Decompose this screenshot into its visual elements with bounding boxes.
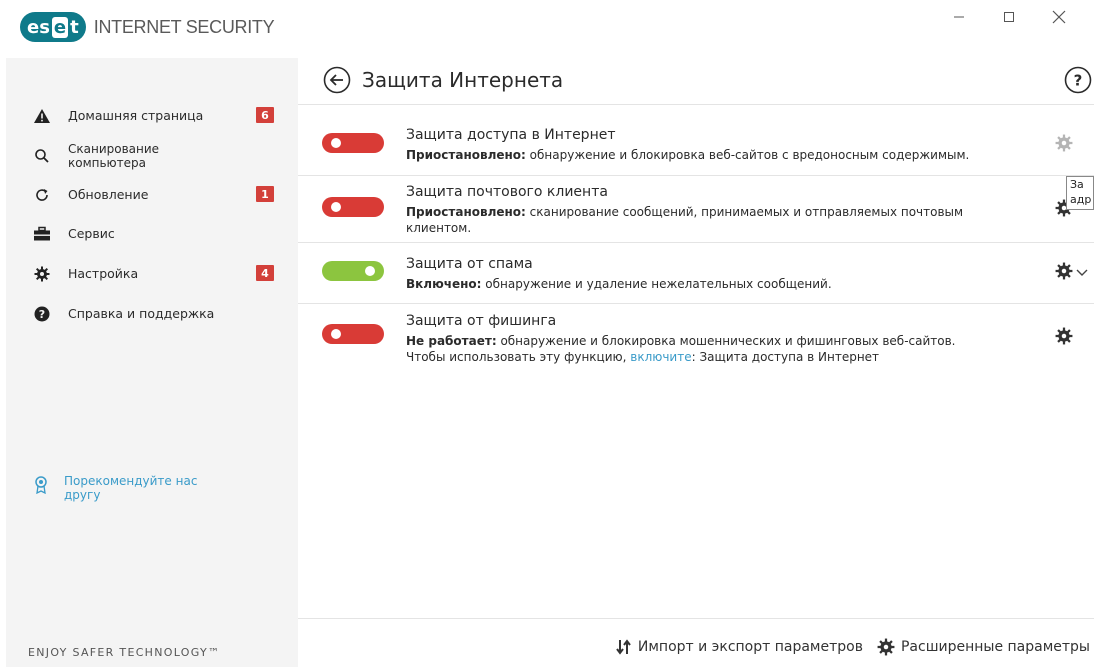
gear-icon[interactable] <box>1054 261 1074 281</box>
advanced-settings-label: Расширенные параметры <box>900 639 1090 655</box>
mail-client-toggle[interactable] <box>322 197 384 217</box>
feature-hint-prefix: Чтобы использовать эту функцию, <box>406 350 631 364</box>
feature-row-antiphishing: Защита от фишинга Не работает: обнаружен… <box>298 304 1094 384</box>
feature-row-mail-client: Защита почтового клиента Приостановлено:… <box>298 176 1094 243</box>
sidebar: Домашняя страница 6 Сканирование компьют… <box>6 58 298 667</box>
feature-text: Защита от спама Включено: обнаружение и … <box>406 256 1026 292</box>
tooltip: За адр <box>1066 176 1094 210</box>
feature-title: Защита от спама <box>406 256 533 272</box>
logo-seg-3: t <box>70 16 79 38</box>
gear-icon <box>877 638 895 656</box>
sidebar-item-label: Справка и поддержка <box>68 306 215 321</box>
sidebar-item-label: Настройка <box>68 266 139 281</box>
sidebar-item-settings[interactable]: Настройка 4 <box>6 264 298 284</box>
feature-title: Защита от фишинга <box>406 313 557 329</box>
logo-seg-2: e <box>51 16 69 38</box>
eset-logo: es e t INTERNET SECURITY <box>20 12 275 42</box>
question-circle-icon: ? <box>1064 66 1092 94</box>
gear-icon[interactable] <box>1054 133 1074 153</box>
sidebar-item-label: Домашняя страница <box>68 108 204 123</box>
feature-text: Защита от фишинга Не работает: обнаружен… <box>406 313 1026 365</box>
notification-badge: 6 <box>256 107 274 123</box>
page-header: Защита Интернета <box>322 64 563 96</box>
sidebar-item-label: Сервис <box>68 226 115 241</box>
refresh-icon <box>32 185 52 205</box>
svg-text:?: ? <box>39 308 45 321</box>
svg-text:?: ? <box>1074 72 1083 90</box>
maximize-icon <box>1004 12 1014 22</box>
feature-desc-text: обнаружение и блокировка мошеннических и… <box>496 334 956 348</box>
feature-status: Включено: <box>406 277 482 291</box>
import-export-button[interactable]: Импорт и экспорт параметров <box>616 639 863 655</box>
advanced-settings-button[interactable]: Расширенные параметры <box>877 638 1090 656</box>
sidebar-item-scan[interactable]: Сканирование компьютера <box>6 140 298 172</box>
feature-hint-suffix: : Защита доступа в Интернет <box>691 350 880 364</box>
feature-status: Приостановлено: <box>406 148 526 162</box>
logo-seg-1: es <box>27 16 50 38</box>
feature-title: Защита почтового клиента <box>406 184 608 200</box>
chevron-down-icon[interactable] <box>1076 263 1090 277</box>
import-export-icon <box>616 639 631 655</box>
enable-link[interactable]: включите <box>630 350 691 364</box>
tooltip-line: адр <box>1070 193 1092 206</box>
feature-status: Приостановлено: <box>406 205 526 219</box>
sidebar-item-help[interactable]: ? Справка и поддержка <box>6 304 298 324</box>
minimize-icon <box>954 16 964 18</box>
search-icon <box>32 146 52 166</box>
feature-row-web-access: Защита доступа в Интернет Приостановлено… <box>298 105 1094 176</box>
feature-title: Защита доступа в Интернет <box>406 127 616 143</box>
window-controls <box>934 2 1084 32</box>
sidebar-item-update[interactable]: Обновление 1 <box>6 185 298 205</box>
toolbox-icon <box>32 224 52 244</box>
sidebar-item-label: Обновление <box>68 187 149 202</box>
feature-description: Приостановлено: обнаружение и блокировка… <box>406 147 1026 163</box>
maximize-button[interactable] <box>984 2 1034 32</box>
antispam-toggle[interactable] <box>322 261 384 281</box>
feature-description: Не работает: обнаружение и блокировка мо… <box>406 333 1026 365</box>
close-icon <box>1052 10 1066 24</box>
antiphishing-toggle[interactable] <box>322 324 384 344</box>
feature-row-antispam: Защита от спама Включено: обнаружение и … <box>298 243 1094 304</box>
back-arrow-icon <box>323 66 351 94</box>
help-button[interactable]: ? <box>1062 64 1094 96</box>
sidebar-item-home[interactable]: Домашняя страница 6 <box>6 106 298 126</box>
logo-badge: es e t <box>20 12 86 42</box>
title-bar: es e t INTERNET SECURITY <box>6 0 1094 58</box>
sidebar-item-service[interactable]: Сервис <box>6 224 298 244</box>
minimize-button[interactable] <box>934 2 984 32</box>
notification-badge: 1 <box>256 186 274 202</box>
tooltip-line: За <box>1070 178 1084 191</box>
back-button[interactable] <box>322 65 352 95</box>
notification-badge: 4 <box>256 265 274 281</box>
feature-desc-text: обнаружение и блокировка веб-сайтов с вр… <box>525 148 970 162</box>
help-icon: ? <box>32 304 52 324</box>
feature-description: Приостановлено: сканирование сообщений, … <box>406 204 1026 236</box>
footer-actions: Импорт и экспорт параметров Расширенные … <box>602 638 1090 656</box>
feature-text: Защита почтового клиента Приостановлено:… <box>406 184 1026 236</box>
award-icon <box>34 476 48 495</box>
web-access-toggle[interactable] <box>322 133 384 153</box>
feature-desc-text: обнаружение и удаление нежелательных соо… <box>481 277 832 291</box>
warning-icon <box>32 106 52 126</box>
page-title: Защита Интернета <box>362 68 564 92</box>
app-window: es e t INTERNET SECURITY Домашняя страница… <box>6 0 1094 667</box>
recommend-link[interactable]: Порекомендуйте нас другу <box>34 474 214 502</box>
main-panel: Защита Интернета ? Защита доступа в Инте… <box>298 58 1094 667</box>
feature-description: Включено: обнаружение и удаление нежелат… <box>406 276 1026 292</box>
divider <box>298 618 1094 619</box>
product-name: INTERNET SECURITY <box>93 16 275 37</box>
sidebar-item-label: Сканирование компьютера <box>68 142 160 170</box>
brand-tagline: ENJOY SAFER TECHNOLOGY™ <box>28 646 221 659</box>
gear-icon <box>32 264 52 284</box>
feature-status: Не работает: <box>406 334 497 348</box>
recommend-label: Порекомендуйте нас другу <box>64 474 198 502</box>
import-export-label: Импорт и экспорт параметров <box>637 639 863 655</box>
close-button[interactable] <box>1034 2 1084 32</box>
gear-icon[interactable] <box>1054 326 1074 346</box>
feature-text: Защита доступа в Интернет Приостановлено… <box>406 127 1026 163</box>
